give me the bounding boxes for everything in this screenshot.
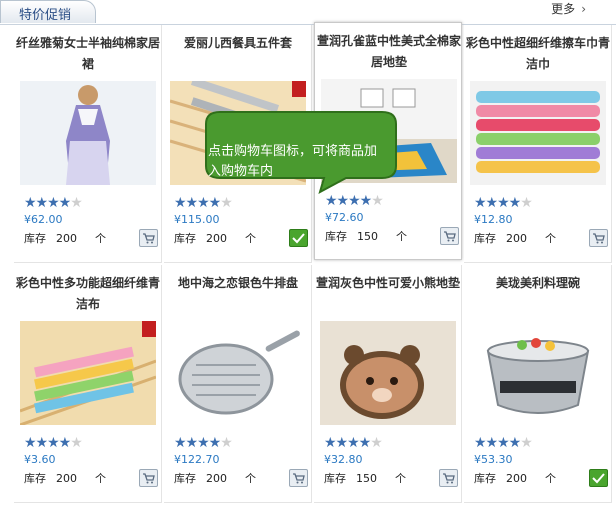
add-to-cart-button[interactable]: [289, 469, 308, 487]
add-to-cart-button[interactable]: [139, 469, 158, 487]
stock-unit: 个: [545, 472, 556, 485]
stock-label: 库存: [24, 232, 46, 245]
add-to-cart-button[interactable]: [139, 229, 158, 247]
promo-tag: [292, 81, 306, 97]
rating-stars: ★★★★★: [174, 195, 233, 211]
stock-label: 库存: [474, 232, 496, 245]
product-card[interactable]: 纤丝雅菊女士半袖纯棉家居裙 ★★★★★ ¥62.00 库存 200 个: [14, 25, 162, 263]
product-image[interactable]: [470, 81, 606, 185]
product-grid: 纤丝雅菊女士半袖纯棉家居裙 ★★★★★ ¥62.00 库存 200 个 爱丽儿西餐具…: [14, 22, 616, 503]
tooltip-text: 点击购物车图标，可将商品加入购物车内: [208, 144, 378, 179]
stock-label: 库存: [324, 472, 346, 485]
add-to-cart-button[interactable]: [440, 227, 459, 245]
stock-info: 库存 200 个: [174, 470, 256, 486]
stock-unit: 个: [245, 232, 256, 245]
product-image[interactable]: [470, 321, 606, 425]
stock-info: 库存 150 个: [325, 228, 407, 244]
rating-stars: ★★★★★: [24, 195, 83, 211]
stock-count: 200: [506, 232, 527, 245]
product-price: ¥32.80: [324, 453, 363, 466]
product-image[interactable]: [170, 321, 306, 425]
stock-count: 200: [506, 472, 527, 485]
stock-info: 库存 200 个: [474, 230, 556, 246]
product-title[interactable]: 彩色中性超细纤维擦车巾青洁巾: [464, 33, 612, 75]
stock-info: 库存 200 个: [174, 230, 256, 246]
stock-unit: 个: [245, 472, 256, 485]
stock-label: 库存: [474, 472, 496, 485]
rating-stars: ★★★★★: [474, 435, 533, 451]
product-card[interactable]: 彩色中性超细纤维擦车巾青洁巾 ★★★★★ ¥12.80 库存 200 个: [464, 25, 612, 263]
stock-info: 库存 150 个: [324, 470, 406, 486]
checkmark-icon: [292, 233, 305, 244]
cart-icon: [143, 233, 155, 244]
rating-stars: ★★★★★: [324, 435, 383, 451]
rating-stars: ★★★★★: [325, 193, 384, 209]
rating-stars: ★★★★★: [174, 435, 233, 451]
stock-count: 200: [56, 232, 77, 245]
added-to-cart-button[interactable]: [289, 229, 308, 247]
stock-info: 库存 200 个: [24, 470, 106, 486]
stock-count: 150: [357, 230, 378, 243]
stock-info: 库存 200 个: [474, 470, 556, 486]
stock-count: 200: [206, 472, 227, 485]
stock-label: 库存: [174, 472, 196, 485]
stock-count: 200: [206, 232, 227, 245]
product-title[interactable]: 纤丝雅菊女士半袖纯棉家居裙: [14, 33, 162, 75]
stock-unit: 个: [545, 232, 556, 245]
stock-label: 库存: [325, 230, 347, 243]
stock-unit: 个: [95, 232, 106, 245]
add-to-cart-button[interactable]: [439, 469, 458, 487]
stock-unit: 个: [95, 472, 106, 485]
product-title[interactable]: 萱润灰色中性可爱小熊地垫: [314, 273, 462, 294]
cart-icon: [443, 473, 455, 484]
add-to-cart-button[interactable]: [589, 229, 608, 247]
product-price: ¥115.00: [174, 213, 220, 226]
product-image[interactable]: [320, 321, 456, 425]
tab-special-offers[interactable]: 特价促销: [0, 0, 96, 23]
checkmark-icon: [592, 473, 605, 484]
tab-label: 特价促销: [19, 8, 72, 23]
rating-stars: ★★★★★: [474, 195, 533, 211]
cart-icon: [593, 233, 605, 244]
product-title[interactable]: 萱润孔雀蓝中性美式全棉家居地垫: [315, 31, 463, 73]
product-card[interactable]: 彩色中性多功能超细纤维青洁布 ★★★★★ ¥3.60 库存 200 个: [14, 265, 162, 503]
cart-icon: [444, 231, 456, 242]
product-price: ¥3.60: [24, 453, 56, 466]
stock-info: 库存 200 个: [24, 230, 106, 246]
stock-unit: 个: [396, 230, 407, 243]
product-image[interactable]: [20, 81, 156, 185]
stock-label: 库存: [174, 232, 196, 245]
rating-stars: ★★★★★: [24, 435, 83, 451]
product-card[interactable]: 美珑美利料理碗 ★★★★★ ¥53.30 库存 200 个: [464, 265, 612, 503]
product-price: ¥12.80: [474, 213, 513, 226]
product-title[interactable]: 爱丽儿西餐具五件套: [164, 33, 312, 54]
more-label: 更多: [551, 2, 576, 16]
stock-count: 200: [56, 472, 77, 485]
cart-icon: [143, 473, 155, 484]
stock-unit: 个: [395, 472, 406, 485]
added-to-cart-button[interactable]: [589, 469, 608, 487]
chevron-right-icon: ›: [581, 2, 586, 16]
section-header: 特价促销 更多 ›: [0, 0, 616, 25]
product-price: ¥62.00: [24, 213, 63, 226]
product-price: ¥122.70: [174, 453, 220, 466]
product-card[interactable]: 萱润灰色中性可爱小熊地垫 ★★★★★ ¥32.80 库存 150 个: [314, 265, 462, 503]
product-price: ¥53.30: [474, 453, 513, 466]
more-link[interactable]: 更多 ›: [551, 0, 586, 17]
product-title[interactable]: 地中海之恋银色牛排盘: [164, 273, 312, 294]
cart-icon: [293, 473, 305, 484]
product-image[interactable]: [20, 321, 156, 425]
stock-label: 库存: [24, 472, 46, 485]
product-title[interactable]: 美珑美利料理碗: [464, 273, 612, 294]
stock-count: 150: [356, 472, 377, 485]
product-title[interactable]: 彩色中性多功能超细纤维青洁布: [14, 273, 162, 315]
promo-tag: [142, 321, 156, 337]
product-card[interactable]: 地中海之恋银色牛排盘 ★★★★★ ¥122.70 库存 200 个: [164, 265, 312, 503]
product-price: ¥72.60: [325, 211, 364, 224]
